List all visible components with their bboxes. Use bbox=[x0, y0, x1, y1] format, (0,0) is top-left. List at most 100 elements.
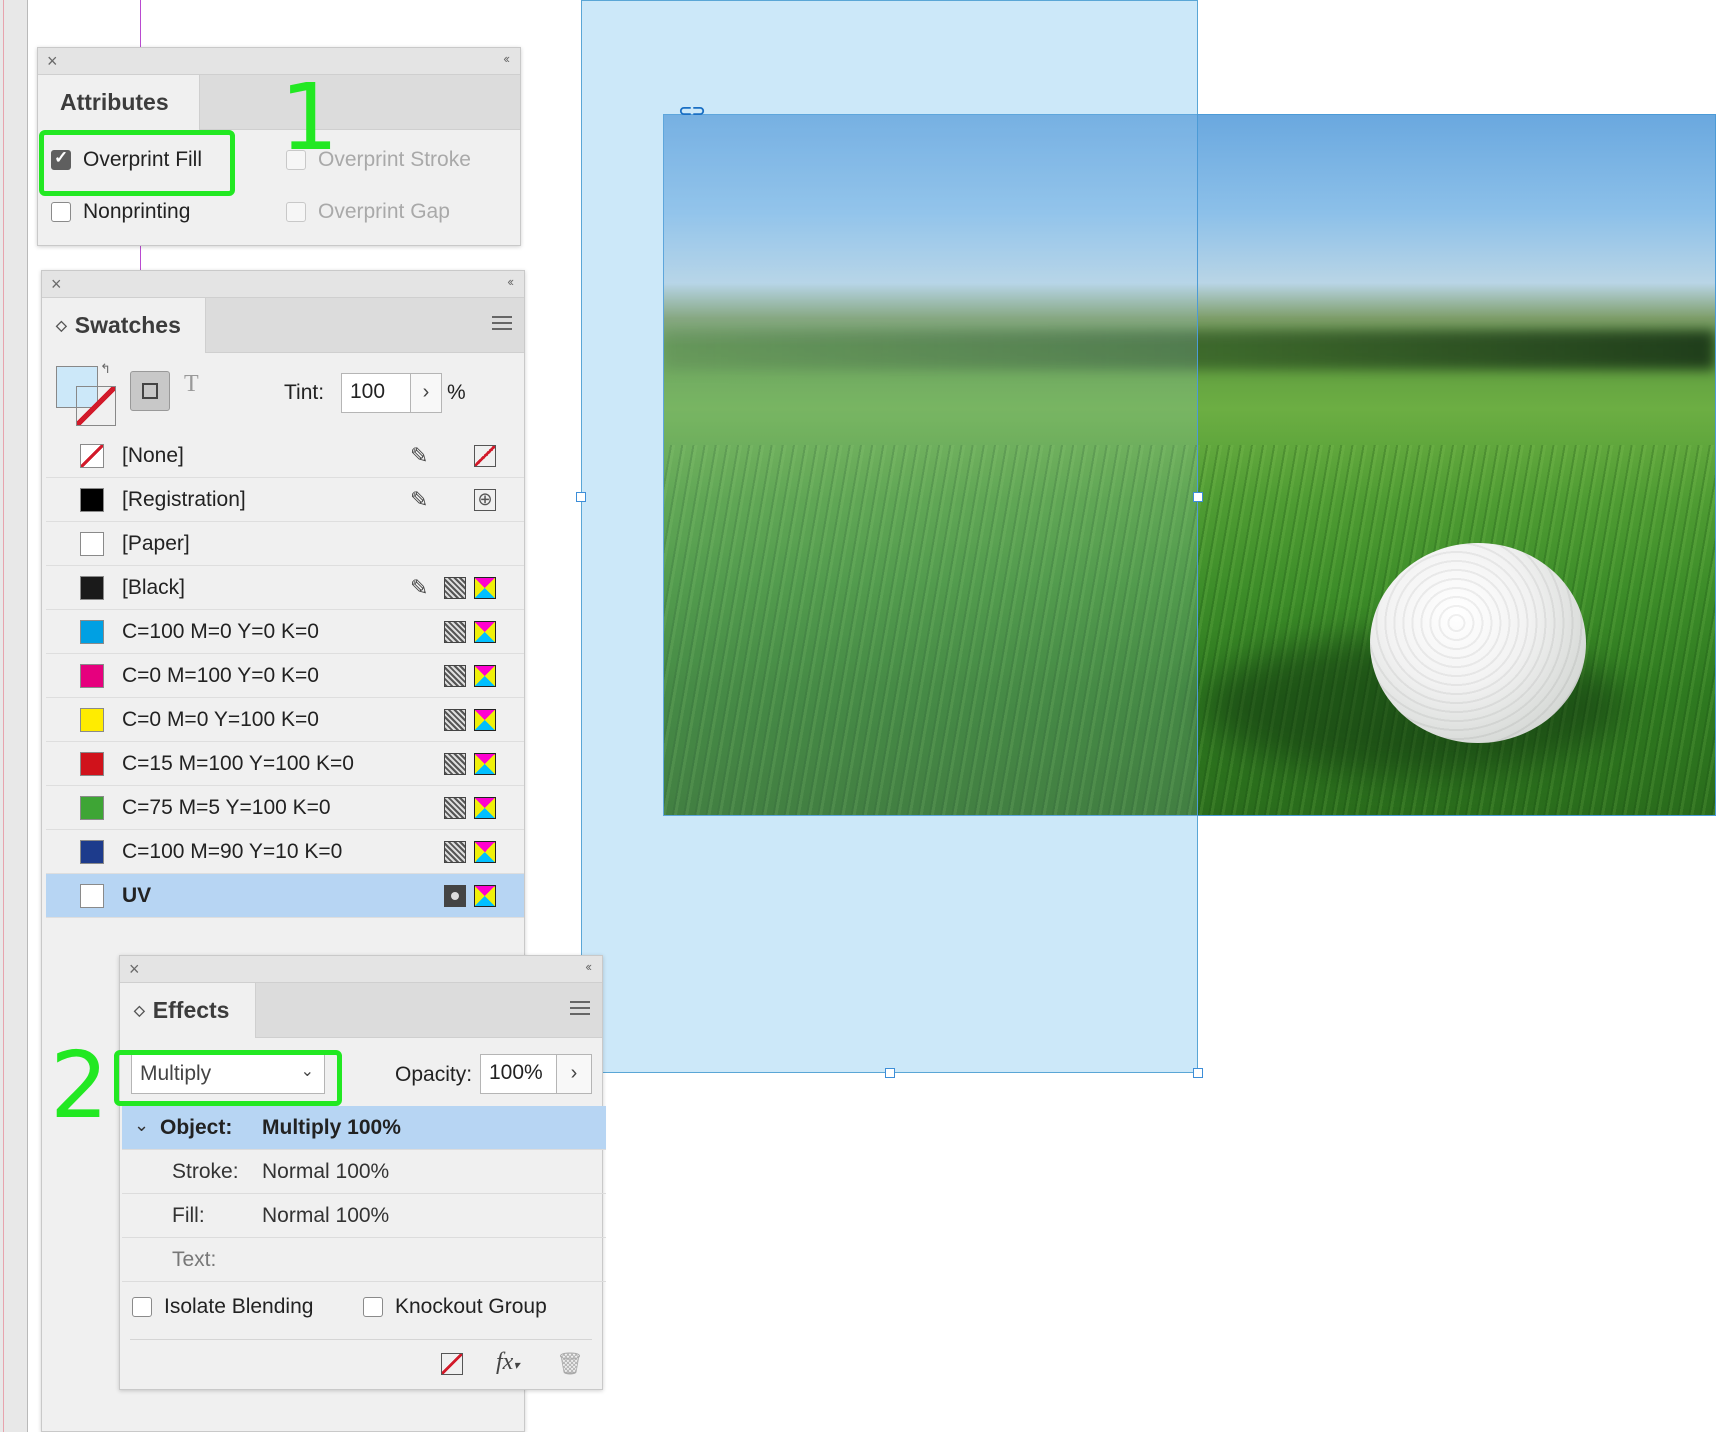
nonprinting-option[interactable]: Nonprinting bbox=[51, 200, 190, 224]
container-icon bbox=[142, 383, 158, 399]
stroke-proxy[interactable] bbox=[76, 386, 116, 426]
chevron-down-icon[interactable]: ⌄ bbox=[134, 1115, 149, 1136]
cmyk-icon bbox=[474, 885, 496, 907]
swatch-chip bbox=[80, 796, 104, 820]
process-color-icon bbox=[444, 797, 466, 819]
knockout-group-checkbox[interactable] bbox=[363, 1297, 383, 1317]
tab-attributes-label: Attributes bbox=[60, 89, 169, 115]
photo-treeline bbox=[664, 330, 1715, 370]
swatch-name: C=15 M=100 Y=100 K=0 bbox=[122, 752, 354, 775]
fx-icon[interactable]: fx▾ bbox=[496, 1349, 519, 1376]
swatch-row-magenta[interactable]: C=0 M=100 Y=0 K=0 bbox=[46, 654, 524, 698]
close-icon[interactable]: × bbox=[47, 50, 58, 72]
swatch-chip bbox=[80, 884, 104, 908]
panel-menu-icon[interactable] bbox=[570, 1001, 590, 1015]
trash-icon[interactable]: 🗑 bbox=[556, 1351, 584, 1377]
frame-handle-bottom[interactable] bbox=[885, 1068, 895, 1078]
swatch-row-green[interactable]: C=75 M=5 Y=100 K=0 bbox=[46, 786, 524, 830]
effects-row-stroke[interactable]: Stroke: Normal 100% bbox=[122, 1150, 606, 1194]
swatch-name: C=75 M=5 Y=100 K=0 bbox=[122, 796, 331, 819]
effects-row-key: Stroke: bbox=[172, 1160, 239, 1183]
swatch-row-blue[interactable]: C=100 M=90 Y=10 K=0 bbox=[46, 830, 524, 874]
swatch-row-uv[interactable]: UV bbox=[46, 874, 524, 918]
swatch-row-red[interactable]: C=15 M=100 Y=100 K=0 bbox=[46, 742, 524, 786]
frame-handle-right[interactable] bbox=[1193, 492, 1203, 502]
isolate-blending-option[interactable]: Isolate Blending bbox=[132, 1295, 313, 1319]
cmyk-icon bbox=[474, 797, 496, 819]
swatch-name: C=100 M=0 Y=0 K=0 bbox=[122, 620, 319, 643]
effects-row-object[interactable]: ⌄ Object: Multiply 100% bbox=[122, 1106, 606, 1150]
opacity-input[interactable]: 100% bbox=[480, 1054, 557, 1094]
isolate-blending-checkbox[interactable] bbox=[132, 1297, 152, 1317]
effects-panel: × ‹‹ ◇ Effects Multiply ⌄ Opacity: 100% … bbox=[119, 955, 606, 1390]
cmyk-icon bbox=[474, 665, 496, 687]
knockout-group-option[interactable]: Knockout Group bbox=[363, 1295, 547, 1319]
collapse-icon[interactable]: ‹‹ bbox=[507, 274, 514, 289]
process-color-icon bbox=[444, 577, 466, 599]
link-icon[interactable]: ⊂⊃ bbox=[677, 104, 707, 120]
swatch-row-paper[interactable]: [Paper] bbox=[46, 522, 524, 566]
swatch-row-none[interactable]: [None] ✎ bbox=[46, 434, 524, 478]
process-color-icon bbox=[444, 753, 466, 775]
swatches-panel-titlebar: × ‹‹ bbox=[42, 271, 524, 298]
isolate-blending-label: Isolate Blending bbox=[164, 1295, 314, 1318]
tab-effects[interactable]: ◇ Effects bbox=[120, 983, 256, 1038]
formatting-container-button[interactable] bbox=[130, 371, 170, 411]
swatch-chip bbox=[80, 488, 104, 512]
swatch-chip bbox=[80, 708, 104, 732]
nonprinting-checkbox[interactable] bbox=[51, 202, 71, 222]
collapse-icon[interactable]: ‹‹ bbox=[503, 51, 510, 66]
panel-menu-icon[interactable] bbox=[492, 316, 512, 330]
attributes-tabbar: Attributes bbox=[38, 75, 520, 130]
swatch-chip bbox=[80, 532, 104, 556]
registration-icon: ⊕ bbox=[474, 489, 496, 511]
frame-handle-left[interactable] bbox=[576, 492, 586, 502]
tab-swatches[interactable]: ◇ Swatches bbox=[42, 298, 206, 353]
effects-row-value: Normal 100% bbox=[262, 1204, 390, 1227]
opacity-stepper-button[interactable]: › bbox=[556, 1054, 592, 1094]
process-color-icon bbox=[444, 665, 466, 687]
swap-fill-stroke-icon[interactable]: ↰ bbox=[100, 361, 111, 377]
swatch-name: C=0 M=0 Y=100 K=0 bbox=[122, 708, 319, 731]
opacity-label: Opacity: bbox=[395, 1063, 473, 1086]
effects-row-text[interactable]: Text: bbox=[122, 1238, 606, 1282]
collapse-icon[interactable]: ‹‹ bbox=[585, 959, 592, 974]
swatch-chip bbox=[80, 664, 104, 688]
close-icon[interactable]: × bbox=[51, 273, 62, 295]
effects-row-value: Multiply 100% bbox=[262, 1116, 401, 1139]
process-color-icon bbox=[444, 709, 466, 731]
updown-icon: ◇ bbox=[134, 1002, 145, 1018]
swatch-chip bbox=[80, 840, 104, 864]
cmyk-icon bbox=[474, 709, 496, 731]
none-icon bbox=[474, 445, 496, 467]
tint-stepper-button[interactable]: › bbox=[410, 373, 442, 413]
knockout-group-label: Knockout Group bbox=[395, 1295, 547, 1318]
tab-attributes[interactable]: Attributes bbox=[38, 75, 200, 130]
close-icon[interactable]: × bbox=[129, 958, 140, 980]
swatch-chip bbox=[80, 620, 104, 644]
golf-photo-frame[interactable] bbox=[663, 114, 1716, 816]
swatch-row-yellow[interactable]: C=0 M=0 Y=100 K=0 bbox=[46, 698, 524, 742]
effects-panel-titlebar: × ‹‹ bbox=[120, 956, 602, 983]
cmyk-icon bbox=[474, 621, 496, 643]
tint-input[interactable]: 100 bbox=[341, 373, 411, 413]
tab-effects-label: Effects bbox=[152, 997, 230, 1023]
swatch-chip bbox=[80, 576, 104, 600]
formatting-text-icon[interactable]: T bbox=[184, 371, 199, 398]
cmyk-icon bbox=[474, 577, 496, 599]
swatch-row-cyan[interactable]: C=100 M=0 Y=0 K=0 bbox=[46, 610, 524, 654]
swatch-name: [Registration] bbox=[122, 488, 246, 511]
swatch-row-black[interactable]: [Black] ✎ bbox=[46, 566, 524, 610]
overprint-stroke-label: Overprint Stroke bbox=[318, 148, 471, 171]
fx-icon-label: fx bbox=[496, 1349, 514, 1375]
annotation-highlight-overprint-fill bbox=[39, 130, 235, 196]
effects-row-fill[interactable]: Fill: Normal 100% bbox=[122, 1194, 606, 1238]
swatch-row-registration[interactable]: [Registration] ✎ ⊕ bbox=[46, 478, 524, 522]
effects-row-key: Text: bbox=[172, 1248, 217, 1271]
tint-label: Tint: bbox=[284, 381, 325, 404]
swatch-name: [Black] bbox=[122, 576, 186, 599]
clear-effects-icon[interactable] bbox=[441, 1353, 463, 1375]
frame-handle-bottom-right[interactable] bbox=[1193, 1068, 1203, 1078]
overprint-gap-label: Overprint Gap bbox=[318, 200, 450, 223]
effects-row-key: Fill: bbox=[172, 1204, 205, 1227]
